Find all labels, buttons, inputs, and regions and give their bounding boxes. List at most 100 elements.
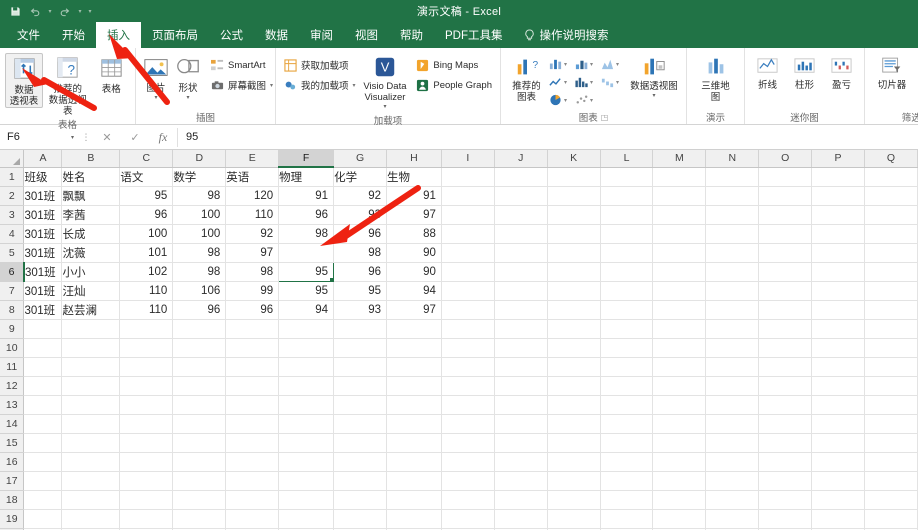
- cell-Q4[interactable]: [864, 224, 918, 244]
- cell-G10[interactable]: [333, 338, 387, 358]
- cell-C1[interactable]: 语文: [119, 167, 174, 187]
- cell-P6[interactable]: [811, 262, 865, 282]
- cell-N15[interactable]: [705, 433, 760, 453]
- column-header-A[interactable]: A: [23, 150, 63, 168]
- cell-G11[interactable]: [333, 357, 387, 377]
- sparkline-winloss-button[interactable]: 盈亏: [824, 53, 859, 91]
- cell-J14[interactable]: [494, 414, 548, 434]
- cell-Q7[interactable]: [864, 281, 918, 301]
- cell-A8[interactable]: 301班: [23, 300, 63, 320]
- cell-B7[interactable]: 汪灿: [61, 281, 121, 301]
- cell-N14[interactable]: [705, 414, 760, 434]
- cell-G6[interactable]: 96: [333, 262, 387, 282]
- cell-A15[interactable]: [23, 433, 63, 453]
- cell-Q11[interactable]: [864, 357, 918, 377]
- pictures-dropdown-icon[interactable]: ▾: [154, 93, 157, 104]
- cell-C17[interactable]: [119, 471, 174, 491]
- cell-F14[interactable]: [278, 414, 335, 434]
- tab-pdf-tools[interactable]: PDF工具集: [434, 22, 514, 48]
- cell-O17[interactable]: [758, 471, 813, 491]
- tab-view[interactable]: 视图: [344, 22, 389, 48]
- cell-K16[interactable]: [547, 452, 601, 472]
- screenshot-button[interactable]: 屏幕截图 ▾: [208, 76, 276, 94]
- cell-Q13[interactable]: [864, 395, 918, 415]
- bar-chart-dropdown-icon[interactable]: ▾: [590, 61, 593, 68]
- cell-M11[interactable]: [652, 357, 707, 377]
- cell-H10[interactable]: [386, 338, 442, 358]
- cell-D9[interactable]: [172, 319, 227, 339]
- cell-E6[interactable]: 98: [225, 262, 280, 282]
- cell-H1[interactable]: 生物: [386, 167, 442, 187]
- cell-K17[interactable]: [547, 471, 601, 491]
- cell-J3[interactable]: [494, 205, 548, 225]
- cell-J19[interactable]: [494, 509, 548, 529]
- cell-A14[interactable]: [23, 414, 63, 434]
- cell-B9[interactable]: [61, 319, 121, 339]
- cell-A11[interactable]: [23, 357, 63, 377]
- cell-E16[interactable]: [225, 452, 280, 472]
- cell-J18[interactable]: [494, 490, 548, 510]
- cell-D10[interactable]: [172, 338, 227, 358]
- cell-F19[interactable]: [278, 509, 335, 529]
- cell-J1[interactable]: [494, 167, 548, 187]
- cell-F13[interactable]: [278, 395, 335, 415]
- cell-D14[interactable]: [172, 414, 227, 434]
- cell-G12[interactable]: [333, 376, 387, 396]
- cell-A2[interactable]: 301班: [23, 186, 63, 206]
- column-header-H[interactable]: H: [386, 150, 442, 168]
- cell-M17[interactable]: [652, 471, 707, 491]
- cell-P19[interactable]: [811, 509, 865, 529]
- cell-D12[interactable]: [172, 376, 227, 396]
- cell-I7[interactable]: [441, 281, 495, 301]
- cell-J16[interactable]: [494, 452, 548, 472]
- cell-M19[interactable]: [652, 509, 707, 529]
- cell-B18[interactable]: [61, 490, 121, 510]
- cell-F4[interactable]: 98: [278, 224, 335, 244]
- row-header-16[interactable]: 16: [0, 452, 25, 472]
- cell-Q19[interactable]: [864, 509, 918, 529]
- tab-help[interactable]: 帮助: [389, 22, 434, 48]
- tab-insert[interactable]: 插入: [96, 22, 141, 48]
- cell-O14[interactable]: [758, 414, 813, 434]
- cell-C18[interactable]: [119, 490, 174, 510]
- cell-M14[interactable]: [652, 414, 707, 434]
- cell-L12[interactable]: [600, 376, 654, 396]
- cell-E11[interactable]: [225, 357, 280, 377]
- pictures-button[interactable]: 图片 ▾: [141, 53, 171, 104]
- cell-Q17[interactable]: [864, 471, 918, 491]
- cell-F11[interactable]: [278, 357, 335, 377]
- cell-G7[interactable]: 95: [333, 281, 387, 301]
- cell-L11[interactable]: [600, 357, 654, 377]
- cell-J13[interactable]: [494, 395, 548, 415]
- cell-D11[interactable]: [172, 357, 227, 377]
- cell-Q15[interactable]: [864, 433, 918, 453]
- cell-B5[interactable]: 沈薇: [61, 243, 121, 263]
- cell-B16[interactable]: [61, 452, 121, 472]
- shapes-dropdown-icon[interactable]: ▾: [186, 93, 189, 104]
- cell-I15[interactable]: [441, 433, 495, 453]
- cell-N2[interactable]: [705, 186, 760, 206]
- cell-O9[interactable]: [758, 319, 813, 339]
- cell-K5[interactable]: [547, 243, 601, 263]
- cell-E4[interactable]: 92: [225, 224, 280, 244]
- cell-C12[interactable]: [119, 376, 174, 396]
- cell-C16[interactable]: [119, 452, 174, 472]
- cell-L17[interactable]: [600, 471, 654, 491]
- cell-E2[interactable]: 120: [225, 186, 280, 206]
- formula-input[interactable]: 95: [177, 127, 918, 147]
- cell-J8[interactable]: [494, 300, 548, 320]
- cell-M12[interactable]: [652, 376, 707, 396]
- column-header-M[interactable]: M: [652, 150, 707, 168]
- column-header-L[interactable]: L: [600, 150, 654, 168]
- cell-G2[interactable]: 92: [333, 186, 387, 206]
- cell-L1[interactable]: [600, 167, 654, 187]
- pivot-chart-button[interactable]: 数据透视图 ▾: [627, 53, 681, 102]
- hierarchy-chart-button[interactable]: ▾: [600, 55, 626, 73]
- cell-H3[interactable]: 97: [386, 205, 442, 225]
- cell-C13[interactable]: [119, 395, 174, 415]
- cell-D19[interactable]: [172, 509, 227, 529]
- cell-H13[interactable]: [386, 395, 442, 415]
- cell-N9[interactable]: [705, 319, 760, 339]
- column-header-B[interactable]: B: [61, 150, 121, 168]
- cell-M6[interactable]: [652, 262, 707, 282]
